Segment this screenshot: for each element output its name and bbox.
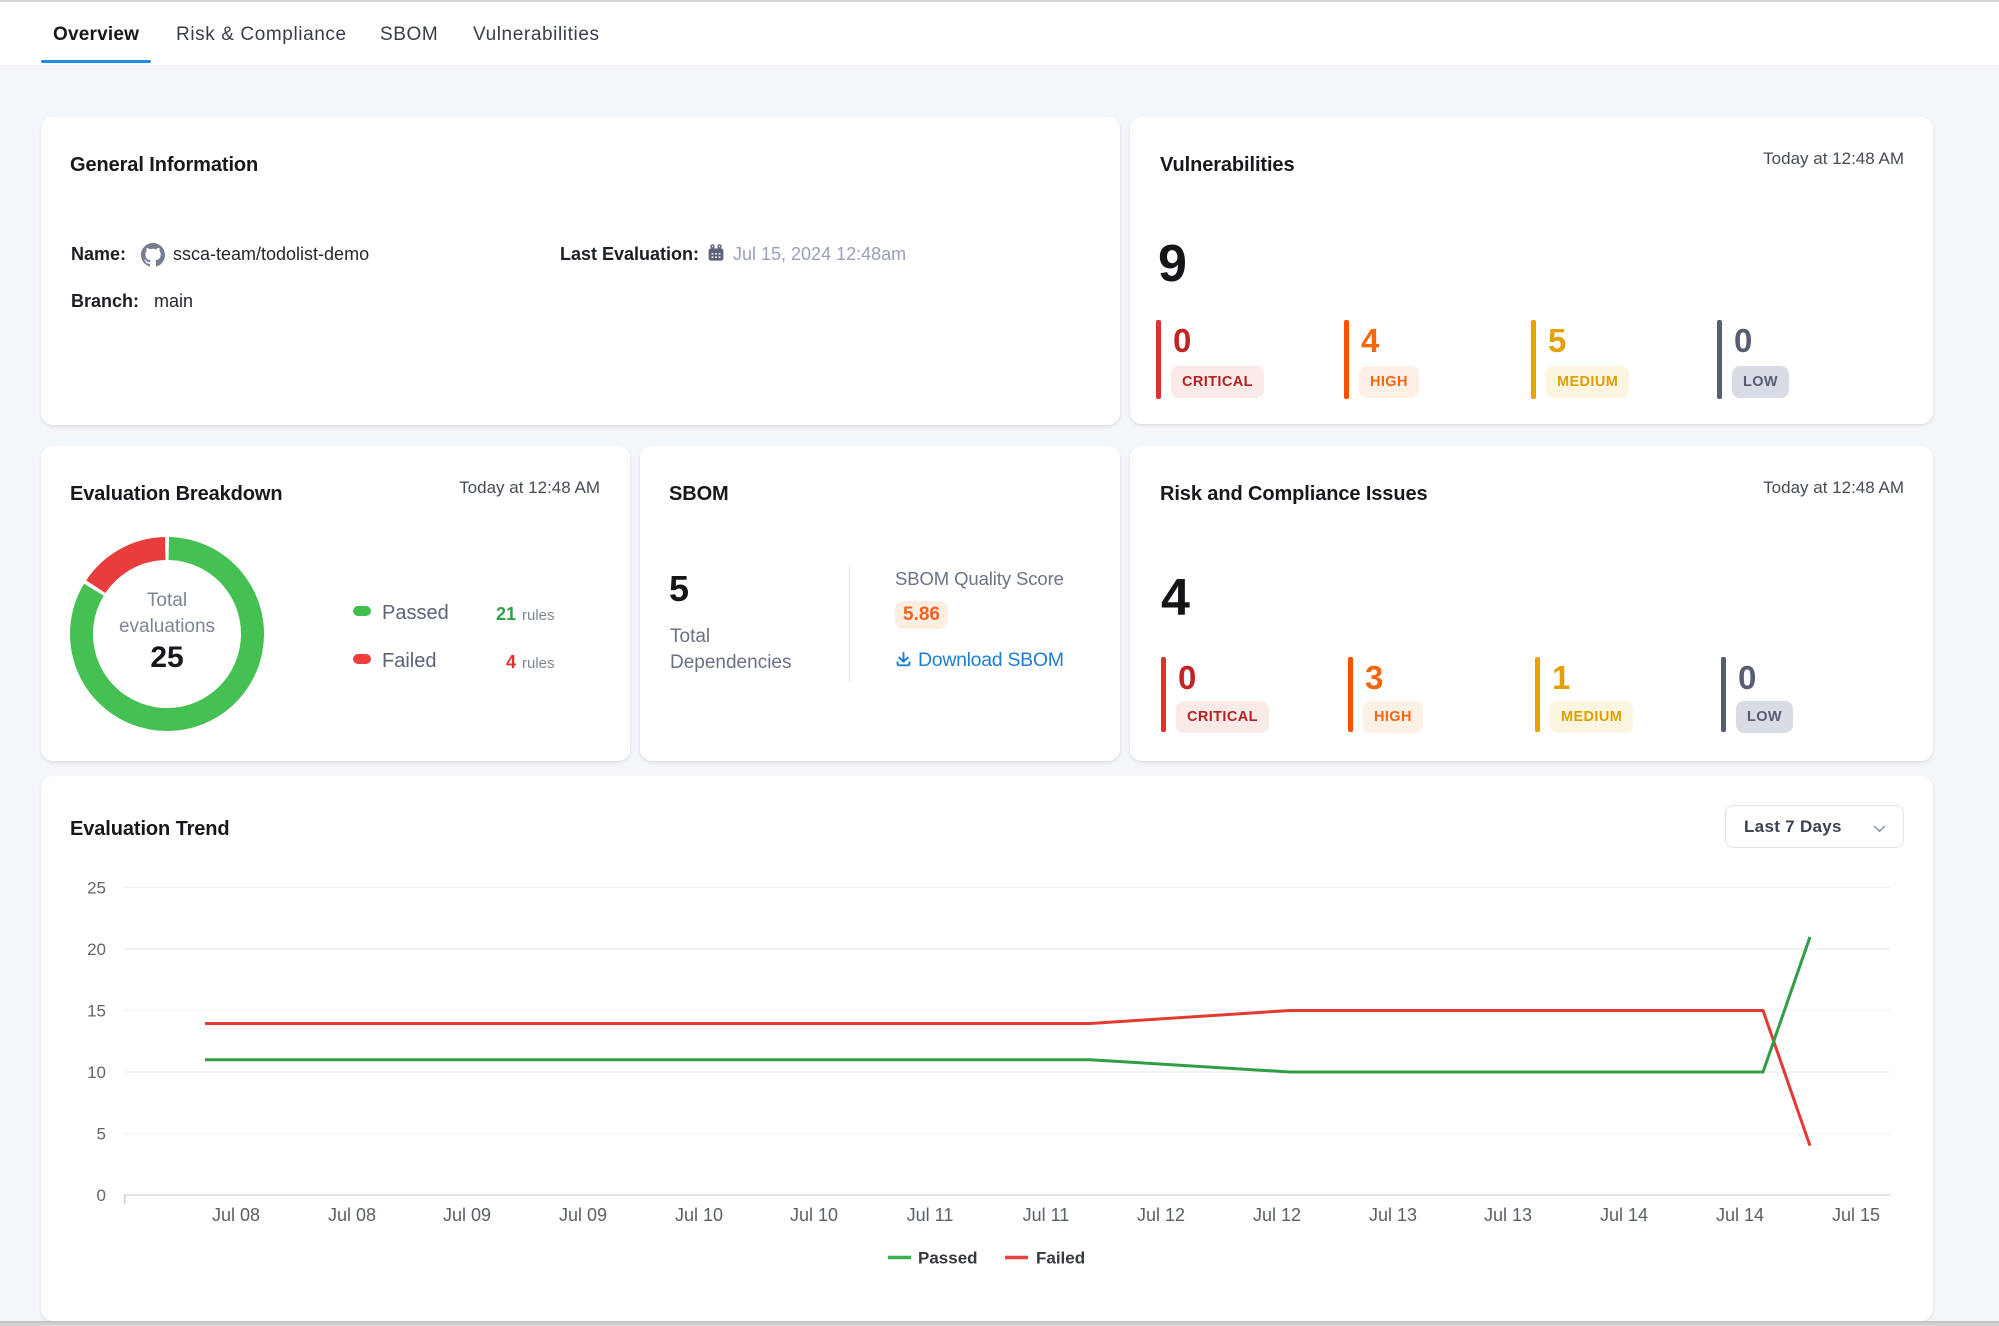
svg-text:Jul 08: Jul 08: [328, 1205, 376, 1225]
svg-text:Jul 08: Jul 08: [212, 1205, 260, 1225]
svg-text:Jul 15: Jul 15: [1832, 1205, 1880, 1225]
svg-text:Jul 09: Jul 09: [559, 1205, 607, 1225]
svg-text:Jul 13: Jul 13: [1369, 1205, 1417, 1225]
svg-text:5: 5: [97, 1125, 106, 1144]
svg-text:Jul 11: Jul 11: [907, 1205, 954, 1225]
svg-text:Jul 13: Jul 13: [1484, 1205, 1532, 1225]
svg-text:Jul 10: Jul 10: [675, 1205, 723, 1225]
svg-text:Jul 10: Jul 10: [790, 1205, 838, 1225]
svg-text:Jul 14: Jul 14: [1716, 1205, 1764, 1225]
svg-text:25: 25: [87, 879, 106, 898]
svg-text:Passed: Passed: [918, 1249, 978, 1268]
svg-text:0: 0: [97, 1186, 106, 1205]
svg-text:Jul 14: Jul 14: [1600, 1205, 1648, 1225]
svg-text:Failed: Failed: [1036, 1249, 1085, 1268]
svg-text:15: 15: [87, 1002, 106, 1021]
svg-text:10: 10: [87, 1063, 106, 1082]
svg-text:Jul 12: Jul 12: [1137, 1205, 1185, 1225]
svg-text:20: 20: [87, 940, 106, 959]
svg-text:Jul 12: Jul 12: [1253, 1205, 1301, 1225]
svg-text:Jul 11: Jul 11: [1023, 1205, 1070, 1225]
svg-text:Jul 09: Jul 09: [443, 1205, 491, 1225]
